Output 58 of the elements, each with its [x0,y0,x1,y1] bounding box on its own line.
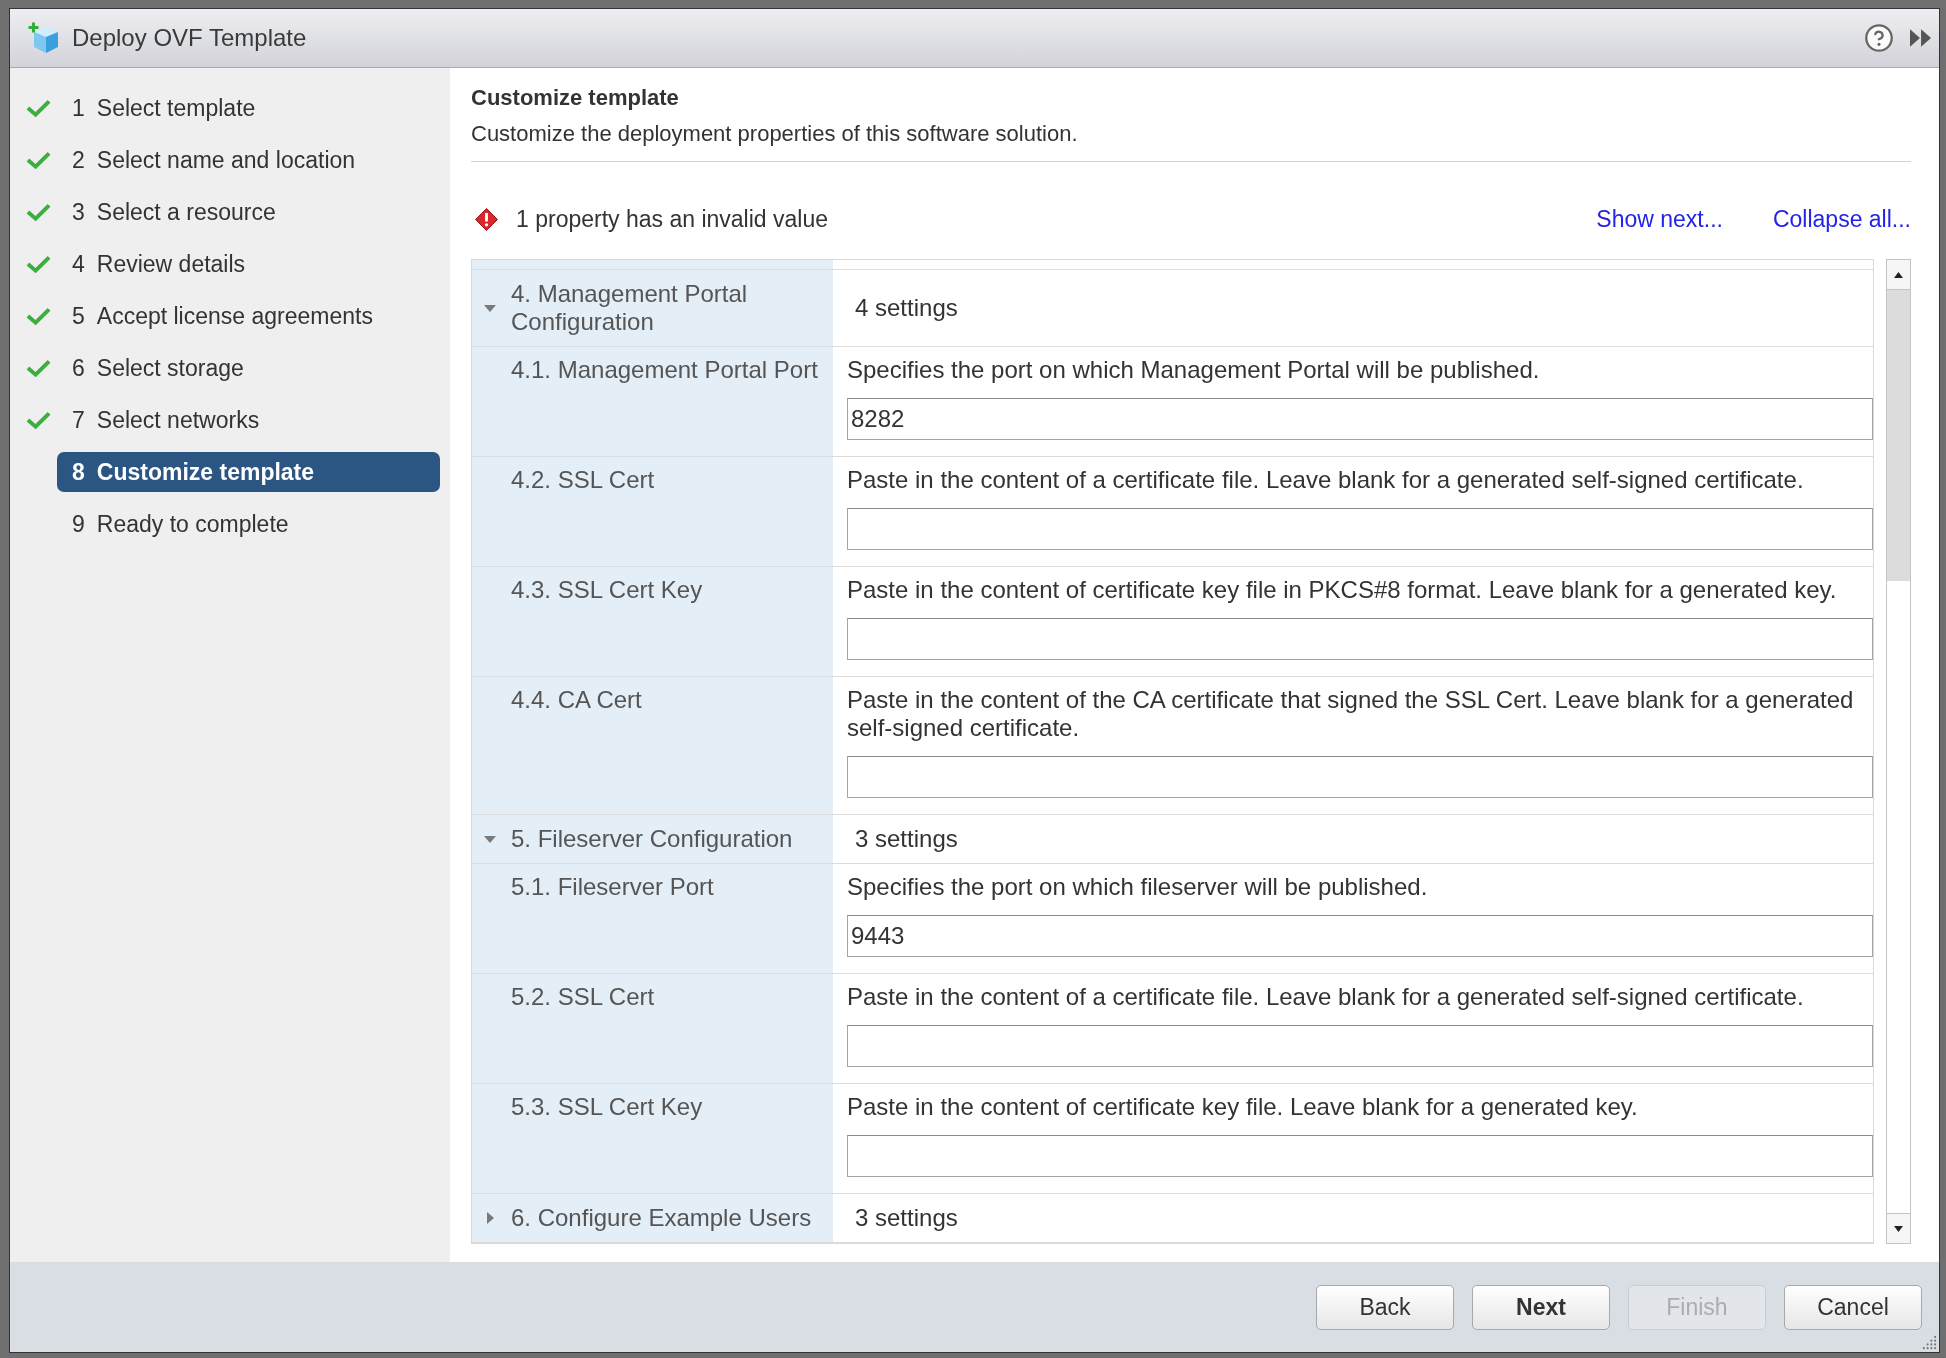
wizard-step[interactable]: 5 Accept license agreements [57,296,440,336]
property-description: Paste in the content of certificate key file in PKCS#8 format. Leave blank for a generated key. [847,576,1838,604]
wizard-step[interactable]: 9 Ready to complete [57,504,440,544]
group-summary: 4 settings [855,294,958,322]
scroll-down-button[interactable] [1887,1213,1910,1243]
dialog-button[interactable]: Next [1472,1284,1610,1330]
group-label: 5. Fileserver Configuration [511,825,793,853]
wizard-step[interactable]: 4 Review details [57,244,440,284]
double-arrow-icon[interactable] [1910,29,1931,47]
property-label: 5.2. SSL Cert [511,983,655,1010]
error-icon [475,207,498,231]
wizard-step[interactable]: 6 Select storage [57,348,440,388]
scrollbar-thumb[interactable] [1887,290,1910,581]
link[interactable]: Collapse all... [1772,205,1911,233]
property-description: Paste in the content of a certificate file. Leave blank for a generated self-signed certificate. [847,466,1805,494]
page-subtitle: Customize the deployment properties of this software solution. [471,120,1079,148]
dialog-button[interactable]: Cancel [1784,1284,1922,1330]
property-description: Paste in the content of a certificate file. Leave blank for a generated self-signed certificate. [847,983,1805,1011]
group-summary: 3 settings [855,825,958,853]
property-description: Specifies the port on which Management Portal will be published. [847,356,1541,384]
group-summary: 3 settings [855,1204,958,1232]
input-field[interactable]: 8282 [847,398,1873,440]
page-title: Customize template [471,84,680,112]
help-icon[interactable] [1865,24,1893,52]
triangle-up-icon [1894,271,1903,278]
property-label: 5.3. SSL Cert Key [511,1093,703,1120]
triangle-down-icon [1894,1225,1903,1232]
input-field[interactable] [847,1135,1873,1177]
input-field[interactable] [847,756,1873,798]
input-field[interactable] [847,618,1873,660]
property-description: Specifies the port on which fileserver will be published. [847,873,1429,901]
window-title: Deploy OVF Template [72,23,307,53]
input-field[interactable] [847,508,1873,550]
scroll-up-button[interactable] [1887,260,1910,290]
property-label: 4.3. SSL Cert Key [511,576,703,603]
property-label: 4.2. SSL Cert [511,466,655,493]
group-label: 6. Configure Example Users [511,1204,812,1232]
property-label: 4.1. Management Portal Port [511,356,818,383]
input-field[interactable]: 9443 [847,915,1873,957]
dialog-button[interactable]: Back [1316,1284,1454,1330]
property-description: Paste in the content of the CA certificate that signed the SSL Cert. Leave blank for a generated self-signed certificate. [847,686,1855,742]
property-description: Paste in the content of certificate key file. Leave blank for a generated key. [847,1093,1639,1121]
resize-grip-icon[interactable] [1922,1335,1937,1350]
caret-down-icon[interactable] [484,304,496,312]
wizard-step[interactable]: 8 Customize template [57,452,440,492]
wizard-step[interactable]: 1 Select template [57,88,440,128]
caret-right-icon[interactable] [486,1212,494,1224]
wizard-step[interactable]: 7 Select networks [57,400,440,440]
caret-down-icon[interactable] [484,835,496,843]
property-label: 4.4. CA Cert [511,686,642,713]
cube-plus-icon [28,22,59,54]
group-label: 4. Management Portal Configuration [511,280,749,336]
property-label: 5.1. Fileserver Port [511,873,714,900]
validation-message: 1 property has an invalid value [516,205,828,233]
wizard-step[interactable]: 3 Select a resource [57,192,440,232]
wizard-step[interactable]: 2 Select name and location [57,140,440,180]
link[interactable]: Show next... [1596,205,1723,233]
input-field[interactable] [847,1025,1873,1067]
